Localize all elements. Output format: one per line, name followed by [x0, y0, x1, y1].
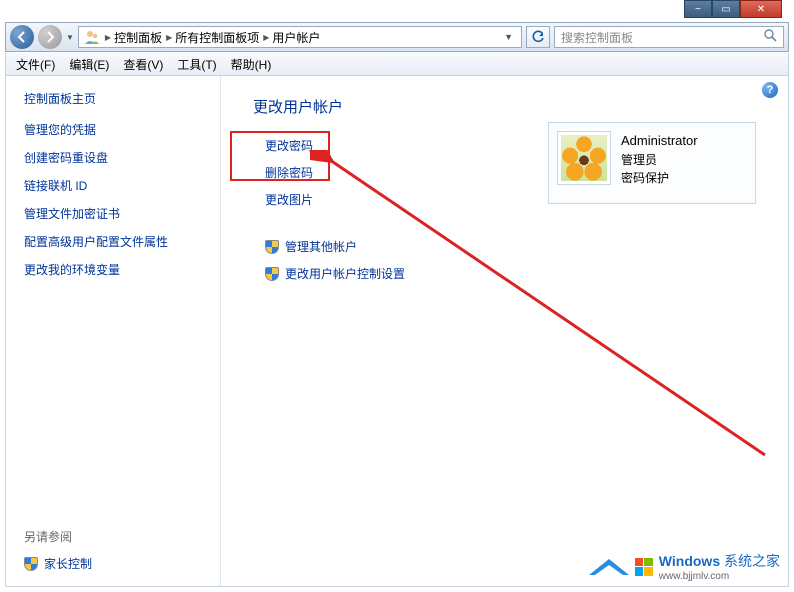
sidebar-item-label: 家长控制 — [44, 555, 92, 572]
watermark: Windows 系统之家 www.bjjmlv.com — [589, 551, 780, 582]
menu-bar: 文件(F) 编辑(E) 查看(V) 工具(T) 帮助(H) — [5, 53, 789, 76]
history-dropdown[interactable]: ▼ — [66, 33, 74, 42]
annotation-red-box — [230, 131, 330, 181]
sidebar-item-parental[interactable]: 家长控制 — [24, 555, 202, 572]
sidebar-item-efs-certs[interactable]: 管理文件加密证书 — [24, 205, 202, 222]
see-also-label: 另请参阅 — [24, 528, 202, 545]
account-picture — [557, 131, 611, 185]
menu-edit[interactable]: 编辑(E) — [69, 56, 109, 73]
sidebar-item-credentials[interactable]: 管理您的凭据 — [24, 121, 202, 138]
address-bar[interactable]: ▶控制面板 ▶所有控制面板项 ▶用户帐户 ▼ — [78, 26, 522, 48]
action-manage-accounts[interactable]: 管理其他帐户 — [265, 238, 756, 255]
shield-icon — [265, 240, 279, 254]
help-button[interactable]: ? — [762, 82, 778, 98]
forward-button[interactable] — [38, 25, 62, 49]
account-password-status: 密码保护 — [621, 169, 698, 187]
chevron-right-icon: ▶ — [105, 33, 111, 42]
breadcrumb-item[interactable]: 控制面板 — [114, 29, 162, 46]
arrow-right-icon — [44, 31, 56, 43]
action-uac-settings[interactable]: 更改用户帐户控制设置 — [265, 265, 756, 282]
account-role: 管理员 — [621, 151, 698, 169]
sidebar-title[interactable]: 控制面板主页 — [24, 90, 202, 107]
back-button[interactable] — [10, 25, 34, 49]
account-name: Administrator — [621, 131, 698, 151]
action-label: 更改用户帐户控制设置 — [285, 265, 405, 282]
flower-icon — [561, 135, 607, 181]
breadcrumb-item[interactable]: 所有控制面板项 — [175, 29, 259, 46]
breadcrumb-item[interactable]: 用户帐户 — [272, 29, 320, 46]
search-input[interactable]: 搜索控制面板 — [554, 26, 784, 48]
shield-icon — [24, 557, 38, 571]
menu-help[interactable]: 帮助(H) — [231, 56, 272, 73]
menu-tools[interactable]: 工具(T) — [177, 56, 216, 73]
refresh-button[interactable] — [526, 26, 550, 48]
windows-logo-icon — [635, 558, 653, 576]
menu-view[interactable]: 查看(V) — [123, 56, 163, 73]
minimize-button[interactable]: − — [684, 0, 712, 18]
close-button[interactable]: ✕ — [740, 0, 782, 18]
sidebar-item-online-id[interactable]: 链接联机 ID — [24, 177, 202, 194]
chevron-right-icon: ▶ — [166, 33, 172, 42]
address-dropdown[interactable]: ▼ — [500, 32, 517, 42]
watermark-brand: Windows — [659, 553, 720, 569]
search-placeholder: 搜索控制面板 — [561, 29, 633, 46]
sidebar-item-profile-adv[interactable]: 配置高级用户配置文件属性 — [24, 233, 202, 250]
watermark-url: www.bjjmlv.com — [659, 571, 780, 582]
shield-icon — [265, 267, 279, 281]
menu-file[interactable]: 文件(F) — [16, 56, 55, 73]
house-roof-icon — [589, 559, 629, 575]
page-title: 更改用户帐户 — [253, 96, 756, 117]
user-accounts-icon — [83, 28, 101, 46]
sidebar-item-reset-disk[interactable]: 创建密码重设盘 — [24, 149, 202, 166]
chevron-right-icon: ▶ — [263, 33, 269, 42]
sidebar: 控制面板主页 管理您的凭据 创建密码重设盘 链接联机 ID 管理文件加密证书 配… — [6, 76, 221, 586]
refresh-icon — [531, 30, 545, 44]
maximize-button[interactable]: ▭ — [712, 0, 740, 18]
arrow-left-icon — [16, 31, 28, 43]
search-icon — [764, 29, 777, 45]
sidebar-item-env-vars[interactable]: 更改我的环境变量 — [24, 261, 202, 278]
navigation-bar: ▼ ▶控制面板 ▶所有控制面板项 ▶用户帐户 ▼ 搜索控制面板 — [5, 22, 789, 52]
action-label: 管理其他帐户 — [285, 238, 357, 255]
client-area: 控制面板主页 管理您的凭据 创建密码重设盘 链接联机 ID 管理文件加密证书 配… — [5, 76, 789, 587]
account-card: Administrator 管理员 密码保护 — [548, 122, 756, 204]
watermark-site: 系统之家 — [724, 553, 780, 569]
